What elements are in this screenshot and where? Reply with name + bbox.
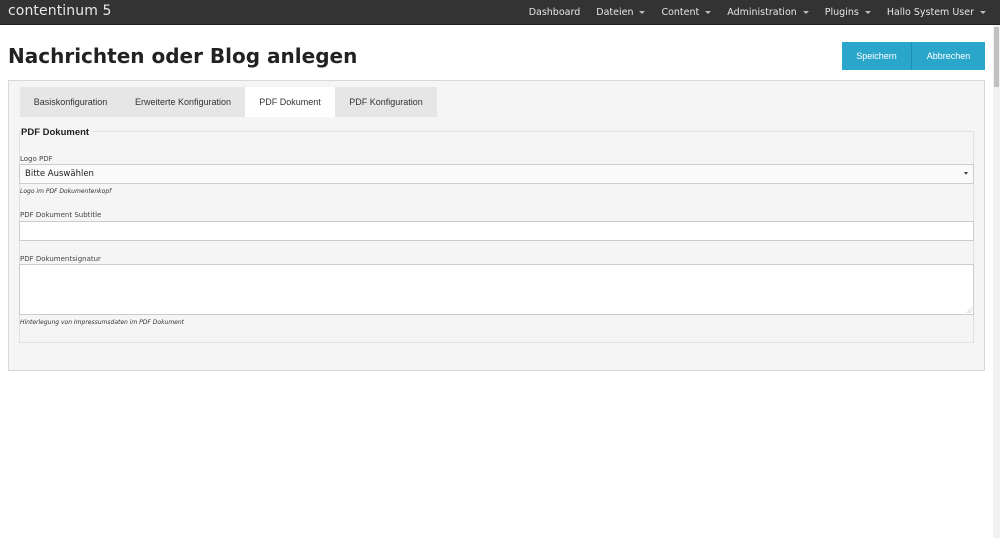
- nav-menu: Dashboard Dateien Content Administration…: [513, 0, 986, 25]
- nav-item-label: Hallo System User: [886, 7, 974, 18]
- tab-basiskonfiguration[interactable]: Basiskonfiguration: [20, 87, 121, 117]
- cancel-button[interactable]: Abbrechen: [912, 42, 985, 70]
- nav-item-label: Dateien: [596, 7, 634, 18]
- save-button[interactable]: Speichern: [842, 42, 912, 70]
- nav-item-administration[interactable]: Administration: [727, 7, 809, 18]
- nav-item-user-menu[interactable]: Hallo System User: [887, 7, 986, 18]
- logo-pdf-selected-value: Bitte Auswählen: [25, 169, 94, 179]
- nav-item-label: Content: [661, 7, 700, 18]
- pdf-subtitle-input[interactable]: [19, 221, 974, 241]
- caret-down-icon: [639, 11, 646, 14]
- nav-item-dashboard[interactable]: Dashboard: [529, 7, 581, 18]
- resize-handle-icon[interactable]: [966, 307, 972, 313]
- caret-down-icon: [864, 11, 871, 14]
- page-title: Nachrichten oder Blog anlegen: [8, 44, 358, 68]
- pdf-signature-help: Hinterlegung von Impressumsdaten im PDF …: [20, 319, 185, 326]
- nav-item-label: Dashboard: [528, 7, 581, 18]
- pdf-signature-label: PDF Dokumentsignatur: [20, 255, 101, 263]
- action-buttons: Speichern Abbrechen: [842, 42, 985, 70]
- dropdown-arrow-icon: [964, 172, 968, 175]
- caret-down-icon: [705, 11, 712, 14]
- logo-pdf-select[interactable]: Bitte Auswählen: [19, 164, 974, 184]
- brand-logo[interactable]: contentinum 5: [8, 3, 112, 19]
- tab-pdf-konfiguration[interactable]: PDF Konfiguration: [335, 87, 437, 117]
- nav-item-label: Administration: [727, 7, 797, 18]
- caret-down-icon: [980, 11, 986, 14]
- logo-pdf-label: Logo PDF: [20, 155, 53, 163]
- nav-item-plugins[interactable]: Plugins: [825, 7, 871, 18]
- fieldset-legend: PDF Dokument: [21, 127, 94, 138]
- tab-erweiterte-konfiguration[interactable]: Erweiterte Konfiguration: [121, 87, 245, 117]
- nav-item-content[interactable]: Content: [661, 7, 712, 18]
- scrollbar-thumb[interactable]: [994, 27, 999, 87]
- nav-item-dateien[interactable]: Dateien: [596, 7, 646, 18]
- caret-down-icon: [802, 11, 809, 14]
- pdf-signature-textarea[interactable]: [19, 264, 974, 315]
- nav-item-label: Plugins: [824, 7, 859, 18]
- page-scrollbar[interactable]: [993, 25, 1000, 538]
- tab-bar: Basiskonfiguration Erweiterte Konfigurat…: [20, 87, 437, 117]
- form-panel: Basiskonfiguration Erweiterte Konfigurat…: [8, 80, 985, 371]
- logo-pdf-help: Logo im PDF Dokumentenkopf: [20, 188, 112, 195]
- tab-pdf-dokument[interactable]: PDF Dokument: [245, 87, 335, 117]
- top-navbar: contentinum 5 Dashboard Dateien Content …: [0, 0, 1000, 25]
- pdf-subtitle-label: PDF Dokument Subtitle: [20, 211, 102, 219]
